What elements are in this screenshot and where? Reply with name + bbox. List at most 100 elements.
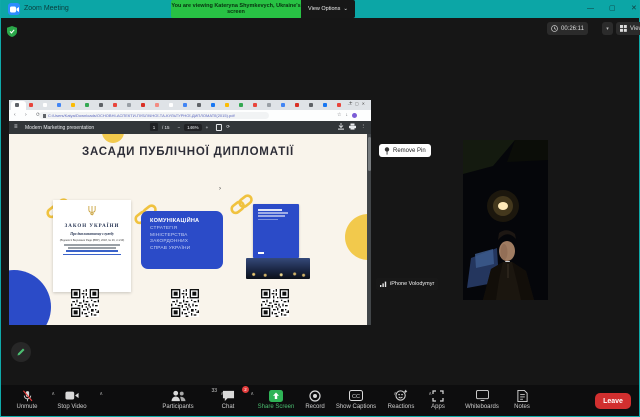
fit-page-icon: [216, 124, 222, 131]
law-link-line: [63, 254, 121, 256]
close-button[interactable]: ✕: [631, 4, 637, 14]
meeting-toolbar: ∧ Unmute ∧ Stop Video 33 ∧ Participants …: [1, 385, 639, 416]
law-text-line: [68, 247, 116, 249]
apps-icon: [432, 390, 444, 402]
qr-code: [171, 289, 199, 317]
strategy-line: СТРАТЕГІЯ: [150, 226, 223, 231]
pdf-more-icon: ⋮: [361, 124, 367, 130]
law-meta: (Відомості Верховної Ради (ВВР), 2018, №…: [53, 239, 131, 242]
bookmark-star-icon: ☆: [337, 112, 341, 118]
law-document-preview: ЗАКОН УКРАЇНИ Про дипломатичну службу (В…: [53, 200, 131, 292]
browser-tab-strip: + —▢✕: [9, 100, 371, 110]
zoom-meeting-window: Zoom Meeting You are viewing Kateryna Sh…: [0, 0, 640, 417]
strategy-card: КОМУНІКАЦІЙНА СТРАТЕГІЯ МІНІСТЕРСТВА ЗАК…: [141, 211, 223, 269]
chat-icon: [222, 390, 235, 402]
strategy-line: СПРАВ УКРАЇНИ: [150, 246, 223, 251]
zoom-in-icon: +: [206, 125, 209, 130]
remove-pin-button[interactable]: Remove Pin: [379, 144, 431, 157]
meeting-timer: 00:26:11: [547, 22, 588, 35]
chat-button[interactable]: 2 ∧ Chat: [213, 388, 243, 410]
zoom-logo-icon: [8, 3, 20, 15]
browser-address-bar: ‹ › ⟳ C:/Users/Katya/Downloads/ОСНОВНІ-А…: [9, 110, 371, 121]
participants-button[interactable]: 33 ∧ Participants: [149, 388, 207, 410]
qr-code: [71, 289, 99, 317]
rotate-icon: ⟳: [226, 124, 230, 130]
whiteboards-button[interactable]: Whiteboards: [455, 388, 509, 410]
maximize-button[interactable]: ▢: [609, 4, 616, 14]
participant-name-tag: iPhone Volodymyr: [376, 278, 438, 290]
law-heading: ЗАКОН УКРАЇНИ: [53, 224, 131, 229]
law-doc-title: Про дипломатичну службу: [53, 232, 131, 236]
slide-deco-semicircle: [102, 134, 124, 143]
reactions-button[interactable]: ∧ Reactions: [379, 388, 423, 410]
pdf-page-count: / 15: [162, 125, 170, 130]
browser-window-controls: —▢✕: [348, 101, 368, 106]
pinned-video-tile: [463, 140, 548, 300]
apps-button[interactable]: Apps: [421, 388, 455, 410]
window-title: Zoom Meeting: [24, 5, 69, 12]
pdf-doc-title: Modern Marketing presentation: [25, 125, 94, 131]
slide-title: ЗАСАДИ ПУБЛІЧНОЇ ДИПЛОМАТІЇ: [9, 146, 367, 158]
grid-view-icon: [620, 25, 627, 32]
cover-logo: [258, 252, 264, 254]
timer-value: 00:26:11: [561, 26, 584, 32]
pdf-scrollbar: [367, 134, 371, 325]
pdf-page-input: 1: [150, 123, 158, 131]
unmute-button[interactable]: ∧ Unmute: [7, 388, 47, 410]
annotate-button[interactable]: [11, 342, 31, 362]
reactions-smiley-icon: [395, 389, 408, 402]
zoom-out-icon: −: [177, 125, 180, 130]
stop-video-button[interactable]: ∧ Stop Video: [49, 388, 95, 410]
pin-icon: [384, 147, 390, 155]
strategy-line: ЗАКОРДОННИХ: [150, 239, 223, 244]
leave-button[interactable]: Leave: [595, 393, 631, 409]
strategy-line: КОМУНІКАЦІЙНА: [150, 218, 223, 224]
minimize-button[interactable]: —: [587, 4, 594, 14]
tab-favicons: [15, 103, 19, 107]
notes-icon: [517, 390, 528, 402]
url-field: C:/Users/Katya/Downloads/ОСНОВНІ-АСПЕКТИ…: [39, 112, 269, 119]
title-bar: Zoom Meeting You are viewing Kateryna Sh…: [1, 0, 639, 18]
whiteboard-icon: [476, 390, 489, 401]
record-button[interactable]: Record: [297, 388, 333, 410]
notes-button[interactable]: Notes: [505, 388, 539, 410]
video-menu-caret[interactable]: ∧: [99, 391, 103, 397]
pdf-toolbar: ≡ Modern Marketing presentation 1 / 15 −…: [9, 121, 371, 134]
city-night-photo: [246, 258, 310, 279]
pencil-icon: [16, 347, 26, 357]
encryption-shield-icon[interactable]: [7, 24, 17, 42]
camera-icon: [65, 390, 79, 401]
mouse-cursor: ›: [219, 186, 221, 192]
view-options-button[interactable]: View Options ⌄: [301, 0, 355, 18]
law-link-line: [66, 250, 118, 252]
file-icon: [43, 114, 46, 118]
strategy-line: МІНІСТЕРСТВА: [150, 233, 223, 238]
captions-icon: CC: [349, 390, 363, 401]
pdf-zoom-level: 146%: [184, 124, 202, 131]
timer-menu-button[interactable]: ▾: [602, 22, 613, 35]
download-icon: ↓: [346, 112, 349, 118]
participant-video: [463, 140, 548, 300]
slide-deco-circle-blue: [9, 270, 51, 325]
audio-signal-icon: [380, 281, 387, 287]
svg-text:CC: CC: [352, 394, 360, 400]
law-text-line: [64, 244, 120, 246]
viewing-banner: You are viewing Kateryna Shymkevych, Ukr…: [171, 0, 301, 18]
pdf-menu-icon: ≡: [14, 124, 18, 130]
qr-code: [261, 289, 289, 317]
browser-avatar: [352, 113, 357, 118]
record-icon: [309, 390, 321, 402]
clock-icon: [551, 25, 558, 32]
view-layout-button[interactable]: View: [616, 22, 640, 35]
book-cover-preview: [253, 204, 299, 258]
participants-icon: [171, 390, 186, 402]
slide-deco-circle-right: [345, 214, 367, 260]
pdf-print-icon: [349, 123, 356, 130]
participant-name: iPhone Volodymyr: [390, 281, 434, 287]
url-text: C:/Users/Katya/Downloads/ОСНОВНІ-АСПЕКТИ…: [48, 113, 235, 118]
show-captions-button[interactable]: CC ∧ Show Captions: [329, 388, 383, 410]
shared-screen-view: + —▢✕ ‹ › ⟳ C:/Users/Katya/Downloads/ОСН…: [9, 100, 371, 325]
share-screen-icon: [269, 390, 283, 402]
pdf-viewer: ЗАСАДИ ПУБЛІЧНОЇ ДИПЛОМАТІЇ ЗАКОН УКРАЇН…: [9, 134, 371, 325]
viewing-banner-text: You are viewing Kateryna Shymkevych, Ukr…: [171, 3, 301, 15]
